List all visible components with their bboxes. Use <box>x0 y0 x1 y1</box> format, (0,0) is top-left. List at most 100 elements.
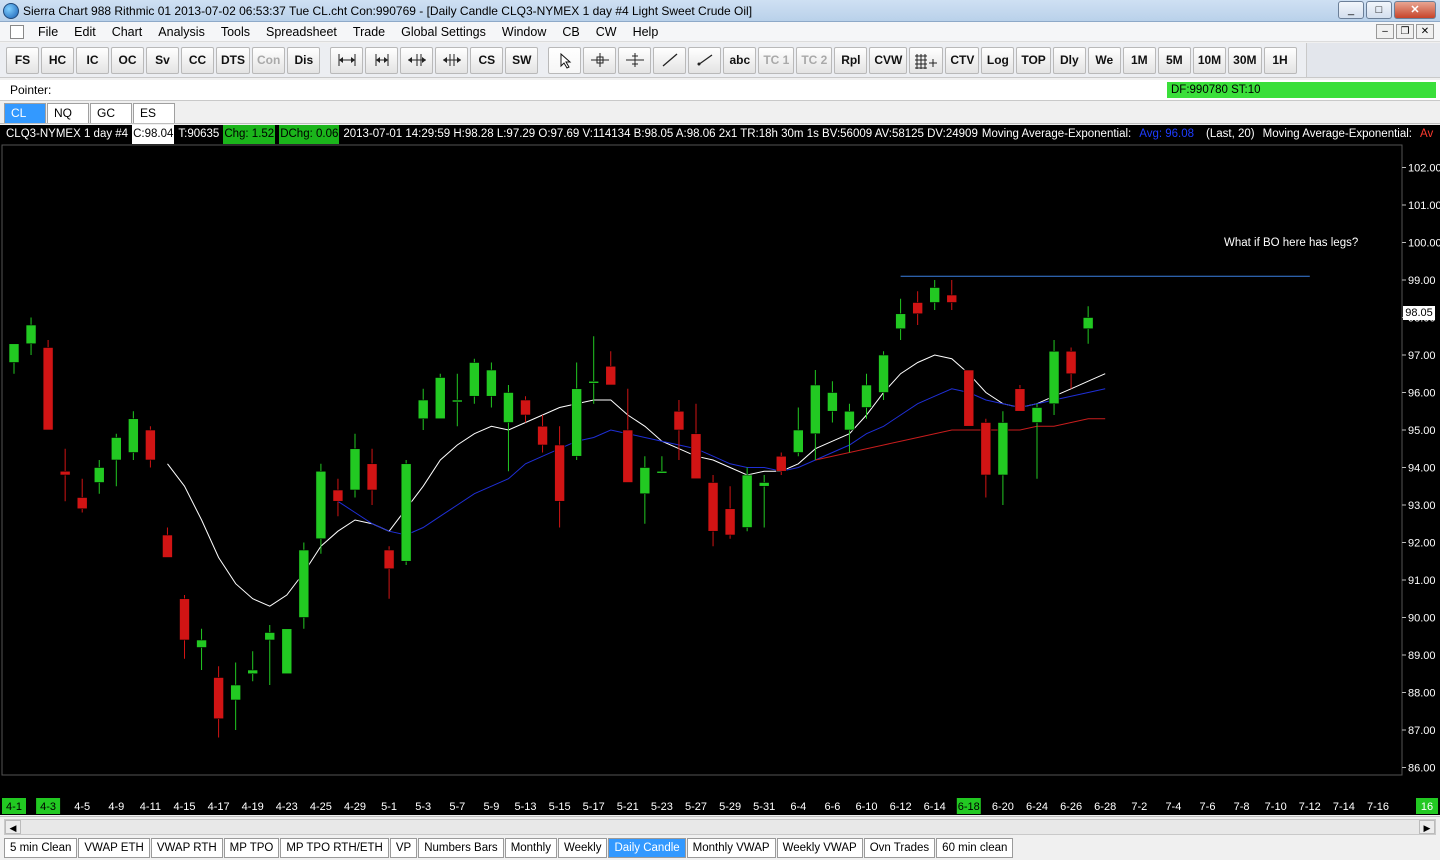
candle[interactable] <box>605 351 617 386</box>
candle[interactable] <box>878 351 889 400</box>
candle[interactable] <box>196 628 207 670</box>
candle[interactable] <box>128 411 139 460</box>
ic-button[interactable]: IC <box>76 46 109 74</box>
line-icon[interactable] <box>653 46 687 74</box>
candle[interactable] <box>298 542 310 629</box>
candle[interactable] <box>1048 340 1060 415</box>
menu-trade[interactable]: Trade <box>345 22 393 42</box>
candle[interactable] <box>434 373 446 420</box>
candle[interactable] <box>8 343 20 374</box>
candle[interactable] <box>400 460 412 565</box>
hc-button[interactable]: HC <box>41 46 74 74</box>
horizontal-scrollbar[interactable]: ◀ ▶ <box>4 819 1436 835</box>
10m-button[interactable]: 10M <box>1192 46 1227 74</box>
candle[interactable] <box>997 411 1009 505</box>
candle[interactable] <box>1082 306 1094 344</box>
candle[interactable] <box>264 625 276 685</box>
candle[interactable] <box>741 467 753 532</box>
candle[interactable] <box>929 280 941 310</box>
close-button[interactable]: ✕ <box>1394 1 1436 19</box>
fs-button[interactable]: FS <box>6 46 39 74</box>
con-button[interactable]: Con <box>252 46 286 74</box>
candle[interactable] <box>588 336 600 404</box>
candle[interactable] <box>366 448 378 505</box>
symbol-tab-es[interactable]: ES <box>133 103 175 123</box>
maximize-button[interactable]: □ <box>1366 1 1392 19</box>
symbol-tab-gc[interactable]: GC <box>90 103 132 123</box>
candle[interactable] <box>861 373 872 419</box>
1m-button[interactable]: 1M <box>1122 46 1156 74</box>
menu-edit[interactable]: Edit <box>66 22 104 42</box>
chartbook-tab-weekly[interactable]: Weekly <box>557 838 608 858</box>
candle[interactable] <box>673 400 685 460</box>
measure-arrows-icon[interactable] <box>365 46 399 74</box>
candle[interactable] <box>963 369 975 427</box>
menu-global-settings[interactable]: Global Settings <box>393 22 494 42</box>
candle[interactable] <box>827 381 838 423</box>
dly-button[interactable]: Dly <box>1052 46 1086 74</box>
minimize-button[interactable]: _ <box>1338 1 1364 19</box>
mdi-close-button[interactable]: ✕ <box>1416 24 1434 39</box>
dis-button[interactable]: Dis <box>287 46 321 74</box>
candle[interactable] <box>486 362 497 408</box>
ctv-button[interactable]: CTV <box>945 46 980 74</box>
cvw-button[interactable]: CVW <box>869 46 908 74</box>
candle[interactable] <box>230 662 241 731</box>
candle[interactable] <box>707 475 719 547</box>
candle[interactable] <box>690 403 702 480</box>
top-button[interactable]: TOP <box>1016 46 1051 74</box>
menu-help[interactable]: Help <box>625 22 667 42</box>
candle[interactable] <box>145 426 156 468</box>
chartbook-tab-vp[interactable]: VP <box>389 838 418 858</box>
document-icon[interactable] <box>10 24 24 39</box>
candle[interactable] <box>247 651 258 682</box>
candle[interactable] <box>451 373 463 427</box>
abc-button[interactable]: abc <box>723 46 757 74</box>
candle[interactable] <box>758 475 770 528</box>
candle[interactable] <box>59 448 71 502</box>
candle[interactable] <box>332 478 344 517</box>
candle[interactable] <box>1031 403 1043 479</box>
menu-chart[interactable]: Chart <box>104 22 151 42</box>
candle[interactable] <box>25 317 37 356</box>
cs-button[interactable]: CS <box>470 46 504 74</box>
chartbook-tab-daily-candle[interactable]: Daily Candle <box>608 838 686 858</box>
chart-annotation[interactable]: What if BO here has legs? <box>1224 237 1358 249</box>
menu-file[interactable]: File <box>30 22 66 42</box>
menu-cb[interactable]: CB <box>554 22 587 42</box>
rpl-button[interactable]: Rpl <box>834 46 868 74</box>
symbol-tab-cl[interactable]: CL <box>4 103 46 123</box>
menu-cw[interactable]: CW <box>588 22 625 42</box>
pointer-icon[interactable] <box>548 46 582 74</box>
candle[interactable] <box>281 628 293 675</box>
symbol-tab-nq[interactable]: NQ <box>47 103 89 123</box>
tc-1-button[interactable]: TC 1 <box>758 46 795 74</box>
1h-button[interactable]: 1H <box>1263 46 1297 74</box>
mdi-minimize-button[interactable]: – <box>1376 24 1394 39</box>
menu-window[interactable]: Window <box>494 22 554 42</box>
sw-button[interactable]: SW <box>505 46 539 74</box>
chartbook-tab-numbers-bars[interactable]: Numbers Bars <box>418 838 504 858</box>
candle[interactable] <box>980 418 992 498</box>
ray-icon[interactable] <box>688 46 722 74</box>
chartbook-tab-60-min-clean[interactable]: 60 min clean <box>936 838 1014 858</box>
crosshair-small-icon[interactable] <box>618 46 652 74</box>
sv-button[interactable]: Sv <box>146 46 179 74</box>
chart-area[interactable]: 102.00101.00100.0099.0098.0097.0096.0095… <box>0 125 1440 815</box>
candle[interactable] <box>1065 347 1077 389</box>
chartbook-tab-5-min-clean[interactable]: 5 min Clean <box>4 838 78 858</box>
candle[interactable] <box>554 426 565 528</box>
candle[interactable] <box>179 595 190 659</box>
30m-button[interactable]: 30M <box>1228 46 1262 74</box>
candle[interactable] <box>383 546 395 599</box>
chartbook-tab-vwap-eth[interactable]: VWAP ETH <box>78 838 150 858</box>
scroll-right-icon[interactable]: ▶ <box>1419 820 1435 834</box>
candle[interactable] <box>417 388 429 430</box>
candle[interactable] <box>810 370 821 460</box>
candle[interactable] <box>571 362 582 461</box>
candle[interactable] <box>520 396 531 423</box>
candle[interactable] <box>656 456 668 474</box>
candle[interactable] <box>792 407 804 457</box>
menu-tools[interactable]: Tools <box>213 22 258 42</box>
chartbook-tab-mp-tpo[interactable]: MP TPO <box>223 838 280 858</box>
